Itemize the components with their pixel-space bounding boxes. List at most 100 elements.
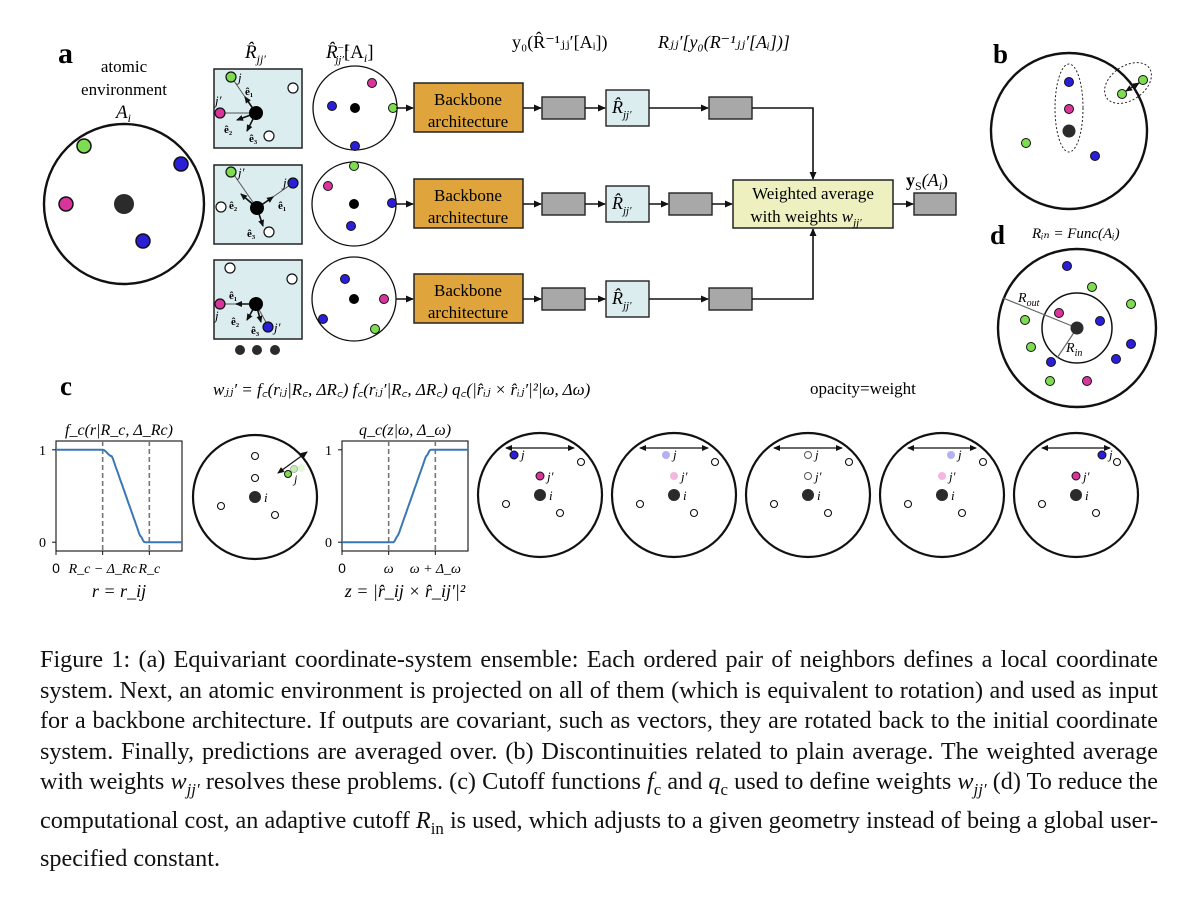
neighbor-jp <box>1071 471 1081 481</box>
plot-qc: 0 1 0 ω ω + Δ_ω q_c(z|ω, Δ_ω)z = |r̂_ij × r̂_… <box>325 422 469 601</box>
panel-label-d: d <box>990 220 1005 250</box>
local-frame-box-3: j j′ ê₁ ê₂ ê₃ <box>213 259 303 340</box>
projected-environment-2 <box>311 161 397 247</box>
panel-c: c wⱼⱼ′ = f꜀(rᵢⱼ|R꜀, ΔR꜀) f꜀(rᵢⱼ′|R꜀, ΔR꜀… <box>39 371 1140 601</box>
x-tick-label: 0 <box>338 560 346 576</box>
center-label: i <box>951 488 955 503</box>
backbone-label: architecture <box>428 303 508 322</box>
plot-fc: 0 1 0 R_c − Δ_Rc R_c f_c(r|R_c, Δ_Rc)r = r_ij <box>39 422 183 601</box>
center-atom <box>534 489 546 501</box>
col-header-output: y₀(R̂⁻¹ⱼⱼ′[Aᵢ]) <box>512 31 608 53</box>
output-vector-box <box>541 192 586 216</box>
figure-1: a atomic environment Ai R̂jj′ R̂−1 jj′[Ai… <box>39 31 1158 601</box>
weighted-environment-example: ijj′ <box>1012 431 1140 559</box>
svg-text:j′: j′ <box>236 165 245 180</box>
center-label: i <box>549 488 553 503</box>
rotated-output-box <box>708 287 753 311</box>
backbone-label: Backbone <box>434 186 502 205</box>
neighbor-jp <box>535 471 545 481</box>
weighted-environment-example: ijj′ <box>476 431 604 559</box>
backbone-label: architecture <box>428 112 508 131</box>
x-tick-label: R_c − Δ_Rc <box>68 562 138 577</box>
neighbor-j <box>662 451 670 459</box>
center-atom <box>668 489 680 501</box>
center-atom <box>936 489 948 501</box>
plot-frame <box>341 440 469 552</box>
caption-math-symbol: Rin <box>415 806 444 838</box>
backbone-label: Backbone <box>434 90 502 109</box>
pipeline-row: BackbonearchitectureR̂jj′ <box>396 228 817 324</box>
output-vector-box <box>541 96 586 120</box>
x-axis-label: z = |r̂_ij × r̂_ij′|² <box>344 581 466 601</box>
plot-frame <box>55 440 183 552</box>
projected-environment-3 <box>311 256 397 342</box>
svg-text:ê₂: ê₂ <box>224 124 233 136</box>
neighbor-jp <box>804 472 812 480</box>
center-atom <box>802 489 814 501</box>
env-label-line1: atomic <box>101 57 148 76</box>
svg-text:ê₂: ê₂ <box>231 316 240 328</box>
neighbor-jp-label: j′ <box>813 469 822 484</box>
neighbor-atom-magenta <box>58 196 74 212</box>
svg-text:with weightswjj′: with weights wjj′ <box>750 207 862 229</box>
center-label: i <box>683 488 687 503</box>
y-tick-label: 1 <box>325 444 332 459</box>
pipeline-row: BackbonearchitectureR̂jj′ <box>396 82 817 180</box>
pipeline-row: BackbonearchitectureR̂jj′ <box>396 178 733 229</box>
svg-text:ê₃: ê₃ <box>247 228 256 240</box>
col-header-rotated-output: Rⱼⱼ′[y₀(R⁻¹ⱼⱼ′[Aᵢ])] <box>657 32 790 53</box>
x-axis-label: r = r_ij <box>92 581 146 601</box>
svg-text:i: i <box>264 490 268 505</box>
neighbor-atom-blue <box>1062 261 1072 271</box>
neighbor-atom-blue <box>287 177 299 189</box>
neighbor-jp-label: j′ <box>947 469 956 484</box>
weighted-average-box: Weighted average with weights wjj′ <box>732 179 894 229</box>
figure-caption: Figure 1: (a) Equivariant coordinate-sys… <box>40 646 1159 873</box>
y-tick-label: 1 <box>39 444 46 459</box>
col-header-rotation: R̂jj′ <box>244 42 266 66</box>
caption-math-symbol: qc <box>708 768 729 800</box>
svg-text:ê₃: ê₃ <box>249 133 258 145</box>
projected-environment-1 <box>312 65 398 151</box>
neighbor-j <box>509 450 519 460</box>
adaptive-cutoff-formula: Rᵢₙ = Func(Aᵢ) <box>1031 226 1120 242</box>
neighbor-atom-blue <box>1046 357 1056 367</box>
center-label: i <box>1085 488 1089 503</box>
env-symbol: Ai <box>114 102 131 125</box>
neighbor-atom-green <box>225 166 237 178</box>
svg-text:ê₁: ê₁ <box>229 290 237 302</box>
neighbor-jp-label: j′ <box>1081 469 1090 484</box>
col-header-inverse: R̂−1 jj′[Ai] <box>325 42 374 66</box>
svg-text:j′: j′ <box>213 93 222 108</box>
panel-label-b: b <box>993 39 1008 69</box>
caption-math-symbol: wjj′ <box>170 768 200 800</box>
x-tick-label: R_c <box>137 562 161 577</box>
weight-formula: wⱼⱼ′ = f꜀(rᵢⱼ|R꜀, ΔR꜀) f꜀(rᵢⱼ′|R꜀, ΔR꜀) … <box>213 380 591 399</box>
rotated-output-box <box>668 192 713 216</box>
opacity-note: opacity=weight <box>810 379 916 398</box>
neighbor-atom-green <box>1087 282 1097 292</box>
neighbor-atom-blue <box>1111 354 1121 364</box>
panel-d: d Rᵢₙ = Func(Aᵢ) Rout Rin <box>990 220 1158 409</box>
svg-text:j′: j′ <box>272 320 281 335</box>
backbone-label: architecture <box>428 208 508 227</box>
neighbor-jp <box>670 472 678 480</box>
svg-text:ê₁: ê₁ <box>278 200 286 212</box>
svg-text:ê₂: ê₂ <box>229 200 238 212</box>
final-output-box <box>913 192 957 216</box>
panel-a: a atomic environment Ai R̂jj′ R̂−1 jj′[Ai… <box>42 31 957 355</box>
neighbor-jp <box>938 472 946 480</box>
panel-label-c: c <box>60 371 72 401</box>
svg-text:ê₃: ê₃ <box>251 325 260 337</box>
neighbor-j <box>1097 450 1107 460</box>
svg-text:Weighted average: Weighted average <box>752 184 874 203</box>
neighbor-atom-blue <box>173 156 189 172</box>
neighbor-jp-label: j′ <box>679 469 688 484</box>
neighbor-atom-green <box>225 71 237 83</box>
center-label: i <box>817 488 821 503</box>
rotated-output-box <box>708 96 753 120</box>
weighted-environment-example: ijj′ <box>610 431 738 559</box>
neighbor-jp-label: j′ <box>545 469 554 484</box>
local-frame-box-2: j′ j ê₂ ê₁ ê₃ <box>213 164 303 245</box>
neighbor-atom-magenta <box>1082 376 1092 386</box>
